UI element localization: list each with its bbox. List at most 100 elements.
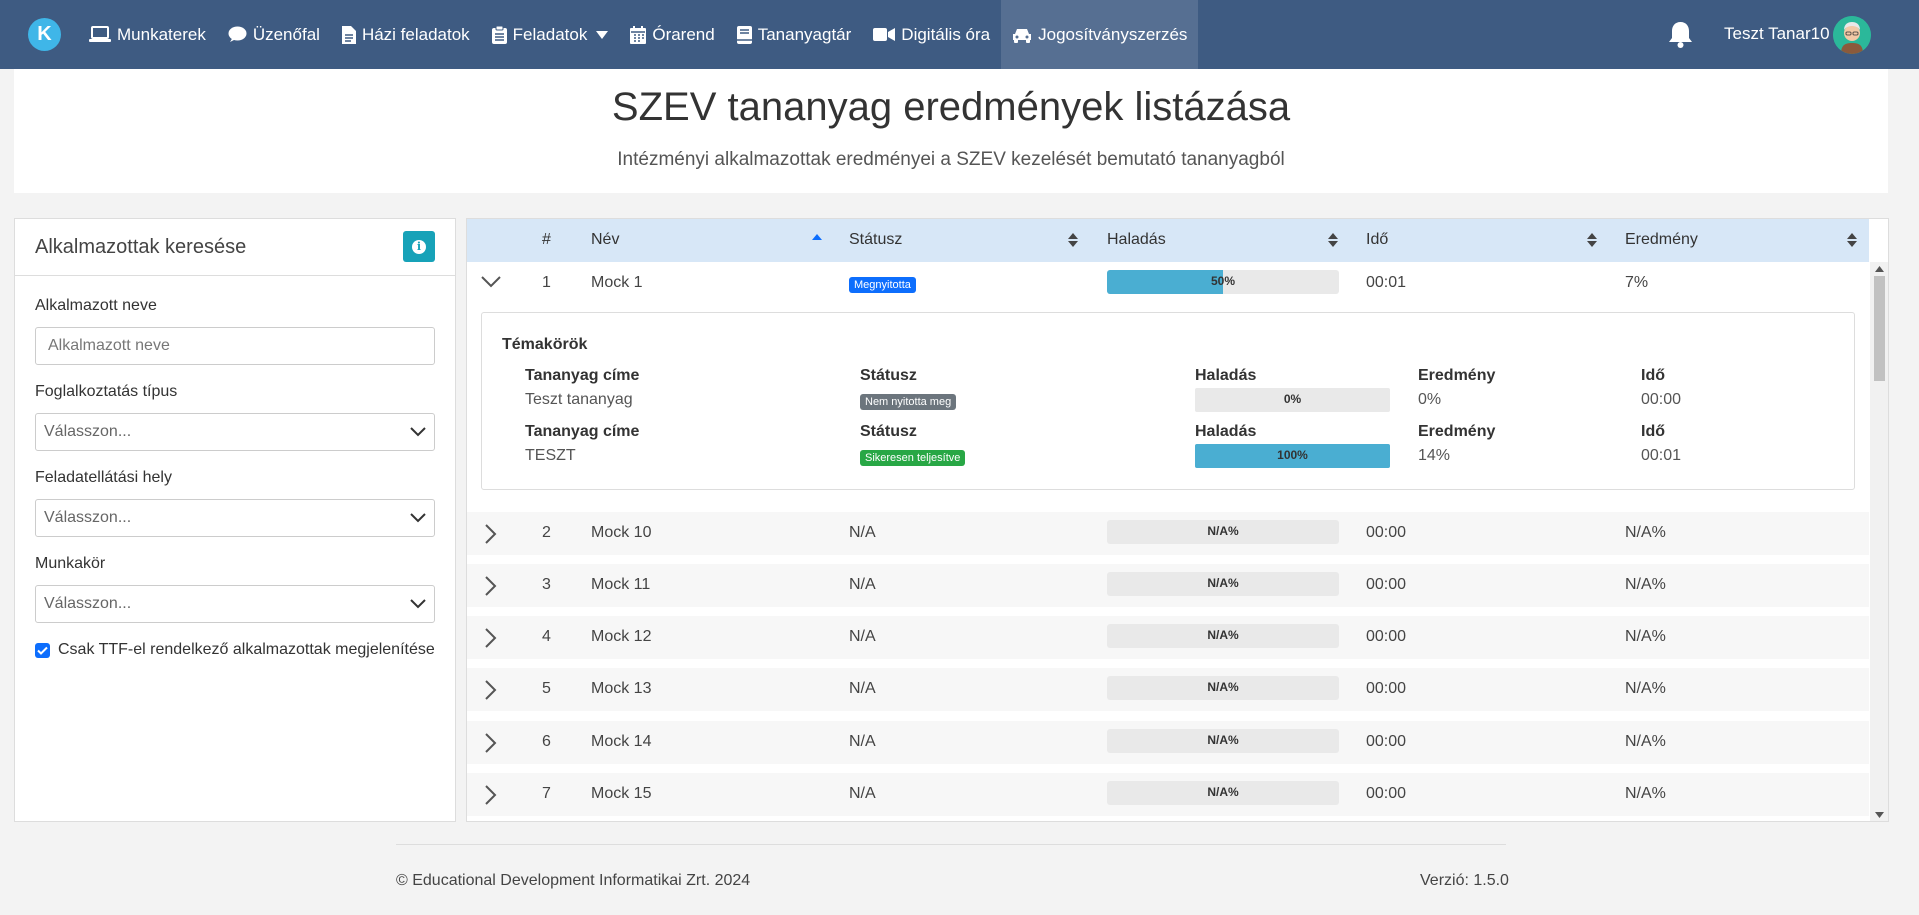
detail-time: 00:01 (1641, 447, 1682, 464)
table-row[interactable]: 2 Mock 10 N/A N/A% 00:00 N/A% (467, 512, 1869, 555)
row-name: Mock 12 (591, 628, 652, 645)
nav-item-label: Jogosítványszerzés (1038, 24, 1188, 44)
page-title: SZEV tananyag eredmények listázása (611, 85, 1291, 129)
user-name[interactable]: Teszt Tanar10 (1724, 24, 1830, 44)
column-header-result[interactable]: Eredmény (1625, 231, 1698, 249)
select-value: Válasszon... (44, 595, 132, 612)
sort-icon[interactable] (1068, 233, 1078, 247)
row-name: Mock 11 (591, 576, 651, 593)
location-select[interactable]: Válasszon... (35, 499, 435, 537)
nav-item-hazi-feladatok[interactable]: Házi feladatok (331, 0, 481, 69)
ttf-checkbox-label: Csak TTF-el rendelkező alkalmazottak meg… (58, 641, 435, 658)
row-status: N/A (849, 680, 876, 697)
avatar[interactable] (1833, 16, 1871, 54)
chevron-right-icon[interactable] (485, 576, 497, 596)
row-progress-bar: N/A% (1107, 624, 1339, 648)
column-header-status[interactable]: Státusz (849, 231, 902, 249)
scroll-down-icon[interactable] (1875, 812, 1884, 818)
sort-icon[interactable] (1847, 233, 1857, 247)
row-number: 7 (542, 785, 551, 802)
progress-label: N/A% (1207, 785, 1239, 799)
nav-item-label: Órarend (652, 24, 715, 44)
table-row[interactable]: 7 Mock 15 N/A N/A% 00:00 N/A% (467, 773, 1869, 816)
navbar: K Munkaterek Üzenőfal Házi feladatok Fel… (0, 0, 1919, 69)
panel-header: Alkalmazottak keresése i (15, 219, 455, 276)
progress-label: N/A% (1207, 733, 1239, 747)
detail-header-material: Tananyag címe (525, 423, 640, 440)
row-progress-bar: N/A% (1107, 520, 1339, 544)
info-button[interactable]: i (403, 231, 435, 262)
progress-label: N/A% (1207, 628, 1239, 642)
table-row[interactable]: 6 Mock 14 N/A N/A% 00:00 N/A% (467, 721, 1869, 764)
progress-label: N/A% (1207, 524, 1239, 538)
nav-item-label: Digitális óra (901, 24, 991, 44)
row-progress-bar: 50% (1107, 270, 1339, 294)
nav-item-orarend[interactable]: Órarend (619, 0, 725, 69)
bell-icon[interactable] (1667, 20, 1694, 49)
scroll-up-icon[interactable] (1875, 266, 1884, 272)
detail-progress-bar: 0% (1195, 388, 1390, 412)
table-scrollbar[interactable] (1870, 262, 1888, 821)
nav-item-digitalis-ora[interactable]: Digitális óra (862, 0, 1001, 69)
laptop-icon (89, 26, 111, 42)
chat-icon (228, 26, 247, 42)
scrollbar-thumb[interactable] (1874, 276, 1885, 381)
sort-icon[interactable] (1328, 233, 1338, 247)
location-label: Feladatellátási hely (35, 469, 172, 486)
row-time: 00:00 (1366, 785, 1407, 802)
row-status: N/A (849, 524, 876, 541)
status-badge: Nem nyitotta meg (860, 394, 957, 410)
chevron-right-icon[interactable] (485, 733, 497, 753)
row-progress-bar: N/A% (1107, 781, 1339, 805)
column-header-time[interactable]: Idő (1366, 231, 1388, 249)
chevron-right-icon[interactable] (485, 524, 497, 544)
table-row[interactable]: 5 Mock 13 N/A N/A% 00:00 N/A% (467, 668, 1869, 711)
nav-item-uzenofal[interactable]: Üzenőfal (217, 0, 331, 69)
footer-version: Verzió: 1.5.0 (1420, 872, 1509, 889)
nav-item-jogositvanyszerzes[interactable]: Jogosítványszerzés (1001, 0, 1199, 69)
chevron-right-icon[interactable] (485, 680, 497, 700)
employee-search-panel: Alkalmazottak keresése i Alkalmazott nev… (14, 218, 456, 822)
ttf-filter[interactable]: Csak TTF-el rendelkező alkalmazottak meg… (35, 641, 435, 659)
column-header-num[interactable]: # (542, 231, 551, 249)
nav-item-munkaterek[interactable]: Munkaterek (78, 0, 217, 69)
chevron-right-icon[interactable] (485, 628, 497, 648)
row-time: 00:00 (1366, 576, 1407, 593)
sort-icon[interactable] (1587, 233, 1597, 247)
detail-status: Nem nyitotta meg (860, 392, 957, 410)
column-header-name[interactable]: Név (591, 231, 619, 249)
nav-item-tananyagtar[interactable]: Tananyagtár (726, 0, 863, 69)
row-time: 00:01 (1366, 274, 1407, 291)
name-label: Alkalmazott neve (35, 297, 157, 314)
detail-header-result: Eredmény (1418, 367, 1496, 384)
ttf-checkbox[interactable] (35, 642, 50, 658)
document-icon (341, 25, 356, 44)
chevron-down-icon[interactable] (481, 276, 501, 288)
chevron-right-icon[interactable] (485, 785, 497, 805)
row-status: N/A (849, 785, 876, 802)
table-row[interactable]: 1 Mock 1 Megnyitotta 50% 00:01 7% (467, 262, 1869, 305)
row-progress-bar: N/A% (1107, 729, 1339, 753)
app-logo[interactable]: K (28, 18, 61, 51)
sort-asc-icon[interactable] (812, 234, 822, 240)
row-status: N/A (849, 576, 876, 593)
employee-name-input[interactable] (35, 327, 435, 365)
status-badge: Sikeresen teljesítve (860, 450, 966, 466)
table-row[interactable]: 3 Mock 11 N/A N/A% 00:00 N/A% (467, 564, 1869, 607)
chevron-down-icon (410, 599, 426, 609)
row-result: 7% (1625, 274, 1649, 291)
employment-type-select[interactable]: Válasszon... (35, 413, 435, 451)
page-subtitle: Intézményi alkalmazottak eredményei a SZ… (617, 149, 1285, 170)
column-header-progress[interactable]: Haladás (1107, 231, 1166, 249)
chevron-down-icon (596, 30, 609, 39)
row-name: Mock 14 (591, 733, 652, 750)
table-row[interactable]: 4 Mock 12 N/A N/A% 00:00 N/A% (467, 616, 1869, 659)
nav-menu: Munkaterek Üzenőfal Házi feladatok Felad… (78, 0, 1199, 69)
row-result: N/A% (1625, 576, 1666, 593)
position-select[interactable]: Válasszon... (35, 585, 435, 623)
row-time: 00:00 (1366, 733, 1407, 750)
nav-item-label: Munkaterek (117, 24, 206, 44)
nav-item-feladatok[interactable]: Feladatok (481, 0, 620, 69)
book-icon (736, 25, 752, 44)
clipboard-icon (491, 25, 507, 44)
